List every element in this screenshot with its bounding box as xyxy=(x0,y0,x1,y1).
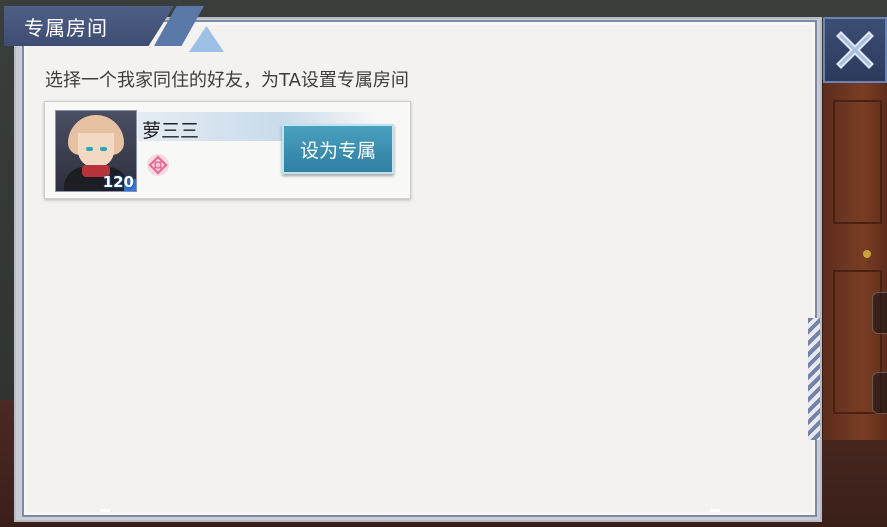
door-knob xyxy=(863,250,871,258)
door-panel-upper xyxy=(833,100,882,224)
set-exclusive-button[interactable]: 设为专属 xyxy=(282,124,394,174)
friend-card: 120 萝三三 设为专属 xyxy=(44,101,411,199)
close-icon xyxy=(836,31,874,69)
friend-avatar[interactable]: 120 xyxy=(55,110,137,192)
side-menu-button-1[interactable] xyxy=(872,292,887,334)
friend-level: 120 xyxy=(102,173,134,191)
dialog-title: 专属房间 xyxy=(24,16,108,40)
avatar-face xyxy=(78,133,114,167)
avatar-eye-left xyxy=(86,147,93,151)
friend-name: 萝三三 xyxy=(142,120,200,142)
corner-marker-br xyxy=(710,509,720,512)
side-menu-button-2[interactable] xyxy=(872,372,887,414)
exclusive-room-dialog: 选择一个我家同住的好友，为TA设置专属房间 120 萝三三 设为专属 xyxy=(22,20,817,517)
dialog-edge-stripe xyxy=(808,318,820,440)
corner-marker-bl xyxy=(100,509,110,512)
heart-knot-icon xyxy=(145,152,171,178)
dialog-title-tab: 专属房间 xyxy=(4,6,224,52)
avatar-eye-right xyxy=(100,147,107,151)
close-button[interactable] xyxy=(823,17,887,83)
instruction-text: 选择一个我家同住的好友，为TA设置专属房间 xyxy=(45,70,409,91)
